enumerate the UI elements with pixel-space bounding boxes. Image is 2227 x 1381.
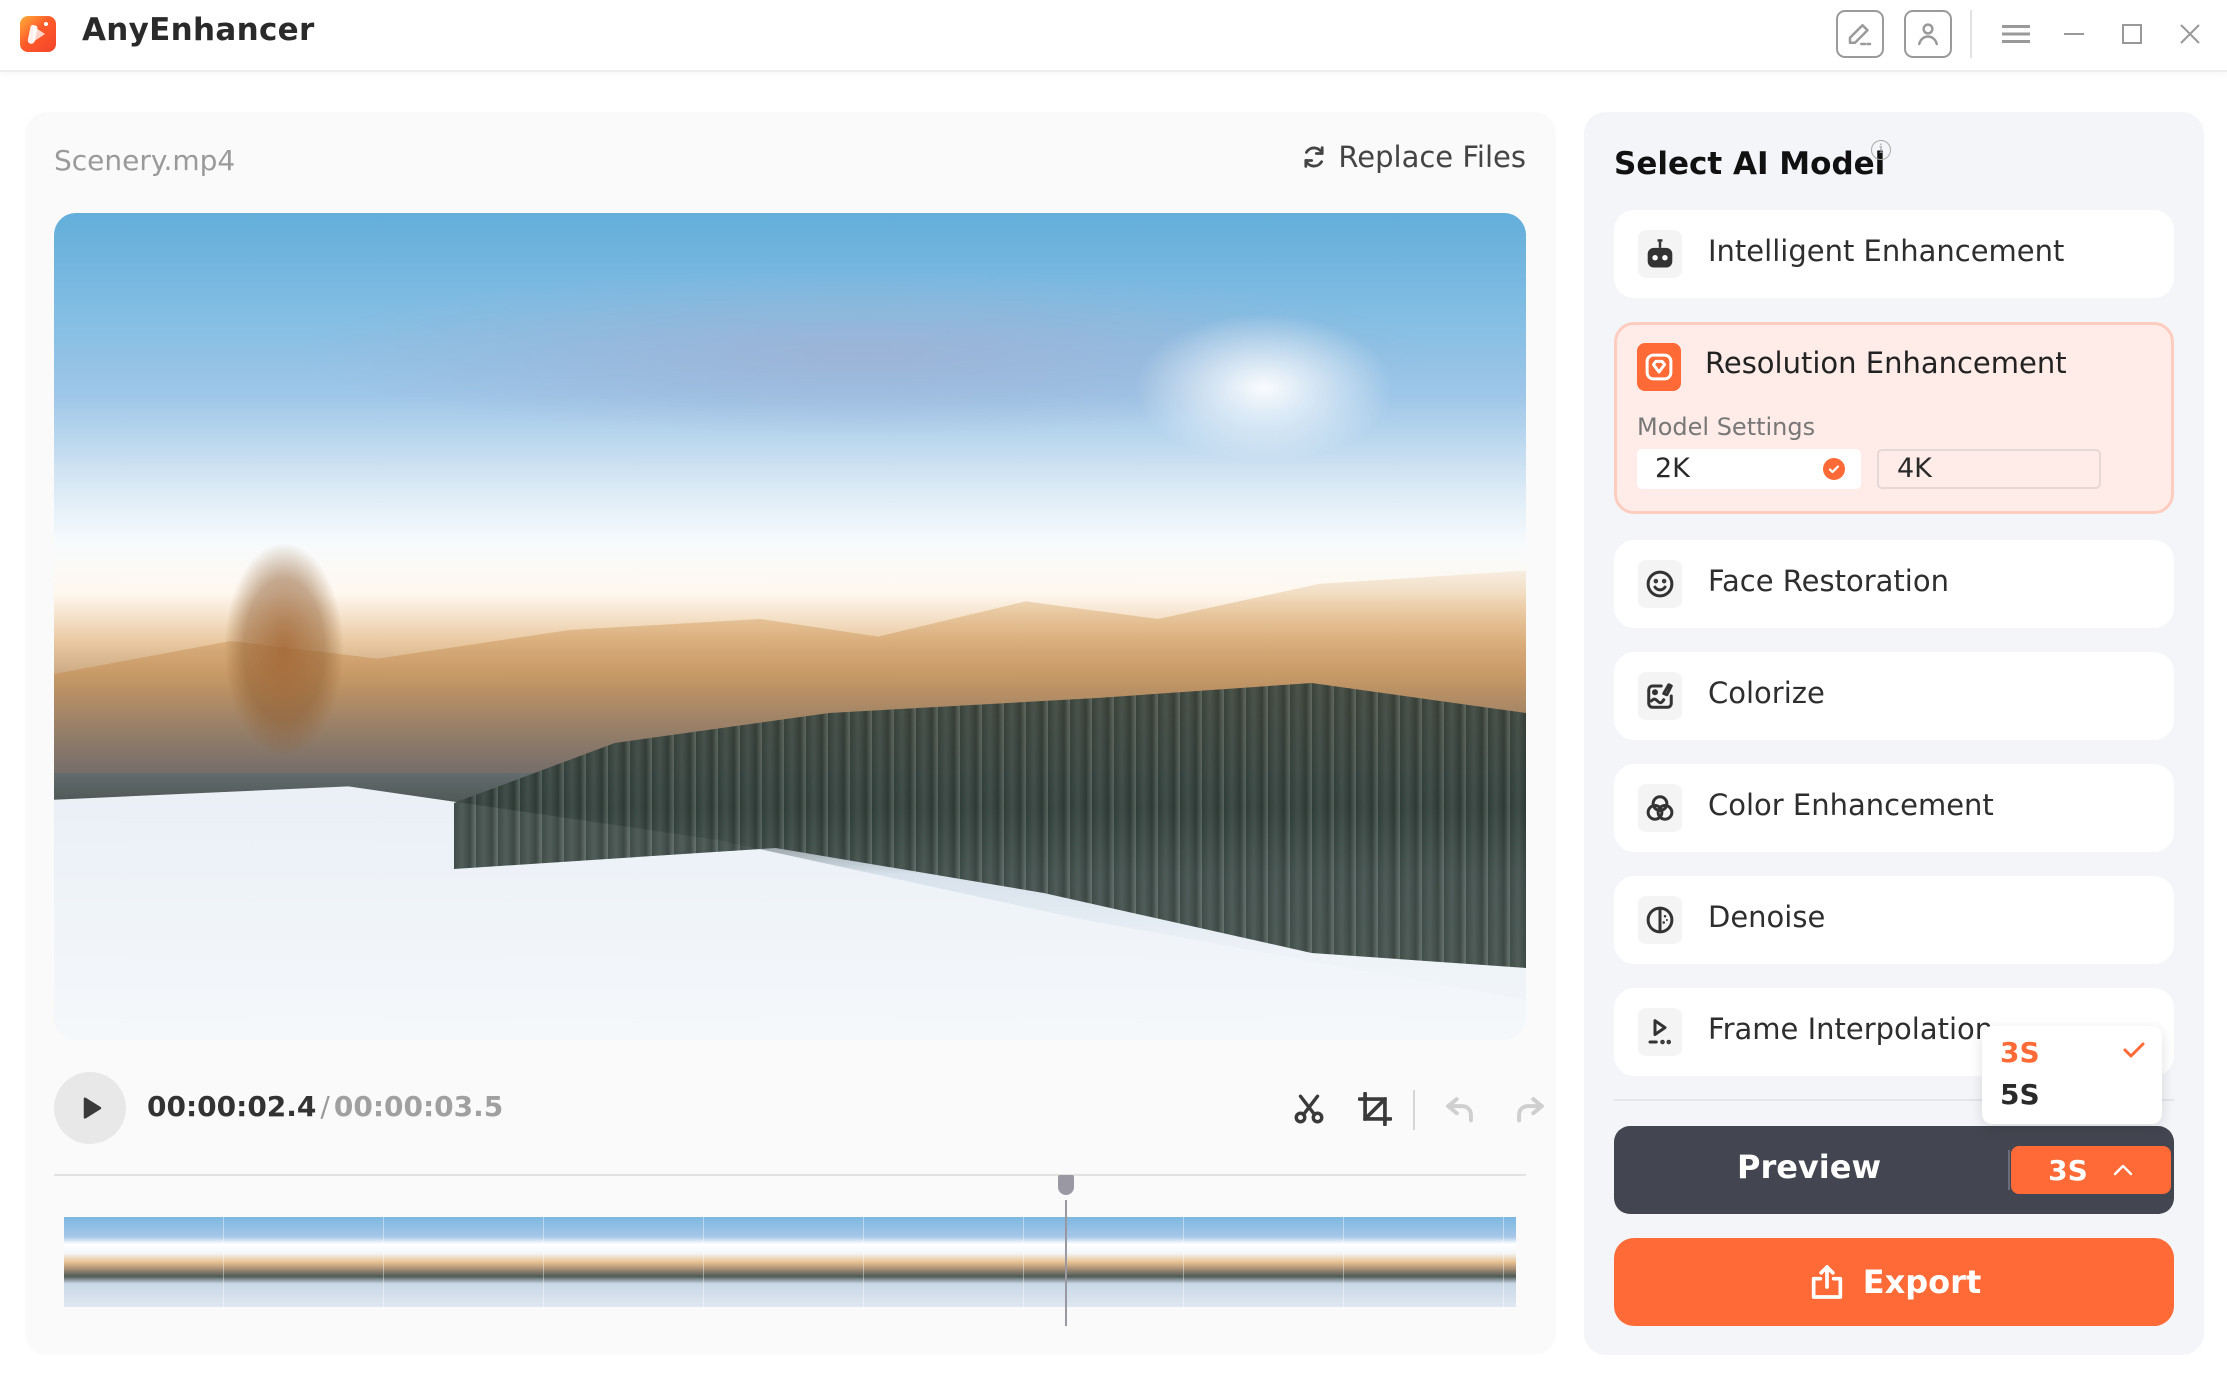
feedback-button[interactable] xyxy=(1836,10,1884,58)
player-controls: 00:00:02.4/00:00:03.5 xyxy=(54,1072,1544,1148)
panel-title: Select AI Model xyxy=(1614,146,1886,182)
close-button[interactable] xyxy=(2170,14,2210,54)
preview-label: Preview xyxy=(1736,1148,1882,1186)
preview-duration-select[interactable]: 3S xyxy=(2011,1146,2171,1194)
refresh-icon xyxy=(1304,146,1324,168)
maximize-icon xyxy=(2122,24,2142,44)
redo-button[interactable] xyxy=(1506,1086,1552,1132)
filmstrip-frame xyxy=(224,1217,384,1307)
timeline-filmstrip[interactable] xyxy=(64,1217,1516,1307)
preview-button[interactable]: Preview 3S xyxy=(1614,1126,2174,1214)
model-label: Intelligent Enhancement xyxy=(1708,234,2065,268)
app-title: AnyEnhancer xyxy=(82,12,315,48)
replace-files-button[interactable]: Replace Files xyxy=(1300,140,1526,174)
cut-icon xyxy=(1294,1094,1324,1124)
title-bar: AnyEnhancer xyxy=(0,0,2227,72)
duration-dropdown: 3S 5S xyxy=(1982,1026,2162,1124)
titlebar-divider xyxy=(1970,10,1972,58)
menu-button[interactable] xyxy=(1996,14,2036,54)
model-resolution-enhancement[interactable]: Resolution Enhancement Model Settings 2K… xyxy=(1614,322,2174,514)
model-label: Denoise xyxy=(1708,900,1826,934)
filmstrip-frame xyxy=(1504,1217,1516,1307)
account-icon xyxy=(1918,23,1938,46)
toolbar-divider xyxy=(1413,1090,1415,1130)
model-colorize[interactable]: Colorize xyxy=(1614,652,2174,740)
duration-value: 3S xyxy=(2048,1153,2088,1187)
check-icon xyxy=(2123,1042,2145,1058)
model-label: Colorize xyxy=(1708,676,1825,710)
menu-icon xyxy=(2002,25,2030,43)
filmstrip-frame xyxy=(1024,1217,1184,1307)
model-label: Face Restoration xyxy=(1708,564,1949,598)
export-label: Export xyxy=(1862,1263,1982,1301)
close-icon xyxy=(2180,24,2200,44)
preview-divider xyxy=(2008,1150,2010,1190)
filmstrip-frame xyxy=(1344,1217,1504,1307)
denoise-icon xyxy=(1638,896,1682,944)
export-button[interactable]: Export xyxy=(1614,1238,2174,1326)
timeline-track[interactable] xyxy=(54,1174,1526,1176)
model-label: Color Enhancement xyxy=(1708,788,1994,822)
cut-button[interactable] xyxy=(1286,1086,1332,1132)
time-separator: / xyxy=(320,1090,330,1123)
play-button[interactable] xyxy=(54,1072,126,1144)
colorize-icon xyxy=(1638,672,1682,720)
model-face-restoration[interactable]: Face Restoration xyxy=(1614,540,2174,628)
resolution-label: 4K xyxy=(1897,453,1932,484)
model-intelligent-enhancement[interactable]: Intelligent Enhancement xyxy=(1614,210,2174,298)
model-color-enhancement[interactable]: Color Enhancement xyxy=(1614,764,2174,852)
total-time: 00:00:03.5 xyxy=(333,1090,504,1123)
filmstrip-frame xyxy=(64,1217,224,1307)
undo-button[interactable] xyxy=(1438,1086,1484,1132)
time-readout: 00:00:02.4/00:00:03.5 xyxy=(147,1090,503,1123)
chevron-up-icon xyxy=(2113,1164,2133,1176)
model-label: Resolution Enhancement xyxy=(1705,346,2067,380)
filmstrip-frame xyxy=(384,1217,544,1307)
model-denoise[interactable]: Denoise xyxy=(1614,876,2174,964)
filmstrip-frame xyxy=(864,1217,1024,1307)
video-preview[interactable] xyxy=(54,213,1526,1040)
filmstrip-frame xyxy=(544,1217,704,1307)
maximize-button[interactable] xyxy=(2112,14,2152,54)
crop-icon xyxy=(1358,1092,1392,1126)
export-icon xyxy=(1811,1265,1842,1299)
editor-panel: Scenery.mp4 Replace Files 00:00:02.4/00:… xyxy=(25,112,1556,1355)
minimize-button[interactable] xyxy=(2054,14,2094,54)
info-icon[interactable]: i xyxy=(1871,140,1891,160)
filmstrip-frame xyxy=(704,1217,864,1307)
smile-icon xyxy=(1638,560,1682,608)
duration-option-3s[interactable]: 3S xyxy=(2000,1036,2040,1069)
diamond-icon xyxy=(1637,343,1681,391)
replace-files-label: Replace Files xyxy=(1338,140,1526,174)
minimize-icon xyxy=(2064,33,2084,35)
current-time: 00:00:02.4 xyxy=(147,1090,317,1123)
model-panel: Select AI Model i Intelligent Enhancemen… xyxy=(1584,112,2204,1355)
playhead-handle[interactable] xyxy=(1057,1175,1074,1195)
resolution-label: 2K xyxy=(1655,453,1690,484)
robot-icon xyxy=(1638,230,1682,278)
feedback-edit-icon xyxy=(1848,24,1872,46)
redo-icon xyxy=(1517,1097,1544,1123)
resolution-option-2k[interactable]: 2K xyxy=(1637,449,1861,489)
frame-play-icon xyxy=(1638,1008,1682,1056)
checked-icon xyxy=(1823,458,1845,480)
filmstrip-frame xyxy=(1184,1217,1344,1307)
duration-option-5s[interactable]: 5S xyxy=(2000,1078,2040,1111)
app-logo-icon xyxy=(20,16,56,52)
model-label: Frame Interpolation xyxy=(1708,1012,1994,1046)
resolution-option-4k[interactable]: 4K xyxy=(1877,449,2101,489)
undo-icon xyxy=(1446,1097,1473,1123)
model-settings-label: Model Settings xyxy=(1637,413,1816,441)
account-button[interactable] xyxy=(1904,10,1952,58)
color-circles-icon xyxy=(1638,784,1682,832)
crop-button[interactable] xyxy=(1352,1086,1398,1132)
play-icon xyxy=(83,1097,102,1119)
file-name: Scenery.mp4 xyxy=(54,144,236,177)
playhead-line xyxy=(1064,1200,1067,1326)
